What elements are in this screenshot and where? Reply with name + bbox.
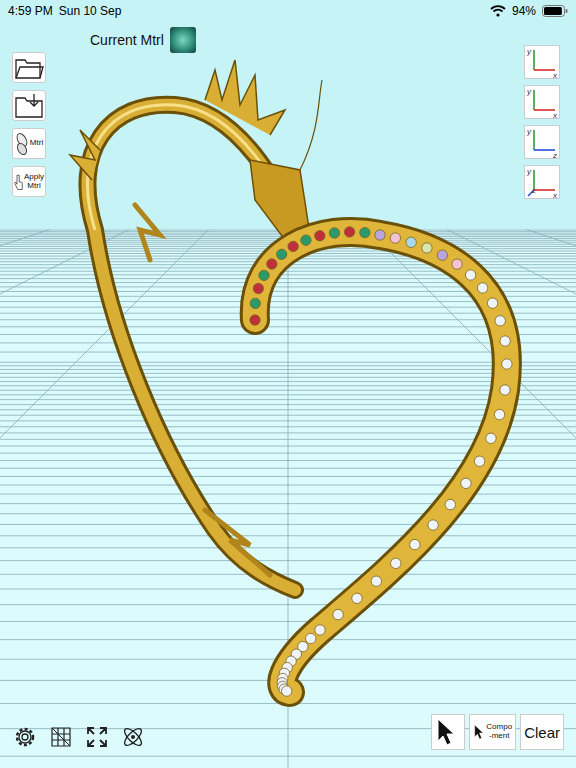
- gem: [452, 259, 462, 269]
- svg-text:y: y: [526, 127, 532, 136]
- folder-icon: [14, 55, 44, 81]
- gem: [437, 250, 447, 260]
- axis-icon: yx: [525, 85, 559, 119]
- bottom-left-toolbar: [10, 722, 148, 752]
- hand-pointer-icon: [14, 169, 23, 195]
- svg-text:z: z: [552, 151, 557, 159]
- axis-icon: yz: [525, 125, 559, 159]
- current-material-label: Current Mtrl: [90, 32, 164, 48]
- gem: [390, 233, 400, 243]
- view-axis-button[interactable]: yx: [524, 45, 560, 79]
- clear-tool-button[interactable]: Clear: [520, 714, 564, 750]
- gem: [306, 633, 316, 643]
- gem: [301, 235, 311, 245]
- orbit-button[interactable]: [118, 722, 148, 752]
- gem: [333, 609, 343, 619]
- material-button[interactable]: Mtrl: [12, 128, 46, 159]
- apply-material-label: ApplyMtrl: [24, 173, 44, 191]
- apply-button[interactable]: ApplyMtrl: [12, 166, 46, 197]
- pointer-arrow-icon: [473, 721, 485, 743]
- grid-floor: [0, 230, 576, 768]
- settings-button[interactable]: [10, 722, 40, 752]
- gem: [428, 520, 438, 530]
- gem: [406, 237, 416, 247]
- gem: [250, 315, 260, 325]
- expand-icon: [85, 725, 109, 749]
- status-time: 4:59 PM: [8, 4, 53, 18]
- gem: [500, 336, 510, 346]
- axis-icon: yx: [525, 45, 559, 79]
- clear-label: Clear: [524, 724, 560, 741]
- gem: [461, 478, 471, 488]
- open-button[interactable]: [12, 52, 46, 83]
- component-tool-button[interactable]: Compo-ment: [469, 714, 516, 750]
- wifi-icon: [490, 5, 506, 17]
- save-button[interactable]: [12, 90, 46, 121]
- gem: [288, 241, 298, 251]
- view-axis-button[interactable]: yz: [524, 125, 560, 159]
- gem: [375, 230, 385, 240]
- component-label: Compo-ment: [486, 723, 512, 741]
- gem: [315, 625, 325, 635]
- svg-text:y: y: [526, 167, 532, 176]
- dragon-model[interactable]: [70, 60, 322, 590]
- gem: [371, 576, 381, 586]
- gem: [477, 283, 487, 293]
- fit-view-button[interactable]: [82, 722, 112, 752]
- gem: [502, 359, 512, 369]
- gem: [474, 456, 484, 466]
- grid-icon: [49, 725, 73, 749]
- svg-text:y: y: [526, 87, 532, 96]
- material-swatch[interactable]: [170, 27, 196, 53]
- battery-percent: 94%: [512, 4, 536, 18]
- left-toolbar: Mtrl ApplyMtrl: [12, 52, 46, 197]
- pointer-arrow-icon: [435, 717, 457, 747]
- view-toolbar: yxyxyzyzx: [524, 45, 560, 199]
- gem: [315, 231, 325, 241]
- heart-pendant-model[interactable]: [250, 227, 512, 697]
- gem: [495, 316, 505, 326]
- gem: [281, 686, 291, 696]
- battery-icon: [542, 5, 568, 17]
- grid-button[interactable]: [46, 722, 76, 752]
- material-icon: [15, 131, 29, 157]
- gem: [494, 409, 504, 419]
- material-label: Mtrl: [30, 139, 43, 148]
- gem: [410, 539, 420, 549]
- arrow-tool-button[interactable]: [431, 714, 465, 750]
- gem: [487, 298, 497, 308]
- view-axis-button[interactable]: yzx: [524, 165, 560, 199]
- status-date: Sun 10 Sep: [59, 4, 122, 18]
- gem: [329, 228, 339, 238]
- gem: [422, 243, 432, 253]
- svg-text:x: x: [552, 191, 558, 199]
- axis-icon: yzx: [525, 165, 559, 199]
- gem: [360, 227, 370, 237]
- gem: [465, 270, 475, 280]
- svg-text:y: y: [526, 47, 532, 56]
- gem: [445, 499, 455, 509]
- gem: [500, 385, 510, 395]
- gem: [352, 593, 362, 603]
- gem: [344, 227, 354, 237]
- gem: [486, 433, 496, 443]
- svg-text:x: x: [552, 71, 558, 79]
- selection-toolbar: Compo-ment Clear: [431, 714, 564, 750]
- status-bar: 4:59 PM Sun 10 Sep 94%: [0, 0, 576, 22]
- view-axis-button[interactable]: yx: [524, 85, 560, 119]
- gem: [250, 298, 260, 308]
- gem: [259, 270, 269, 280]
- svg-text:x: x: [552, 111, 558, 119]
- gem: [253, 283, 263, 293]
- gear-icon: [12, 724, 38, 750]
- gem: [276, 249, 286, 259]
- current-material: Current Mtrl: [90, 27, 196, 53]
- atom-icon: [120, 724, 146, 750]
- app-screen: 4:59 PM Sun 10 Sep 94% Current Mtrl Mtrl…: [0, 0, 576, 768]
- 3d-viewport[interactable]: [0, 0, 576, 768]
- gem: [267, 259, 277, 269]
- gem: [391, 558, 401, 568]
- folder-download-icon: [14, 93, 44, 119]
